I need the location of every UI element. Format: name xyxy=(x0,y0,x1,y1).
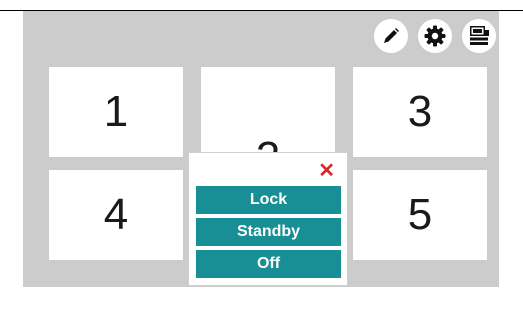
tile-3[interactable]: 3 xyxy=(353,67,487,157)
monitor-stack-icon xyxy=(470,26,489,45)
tile-label: 1 xyxy=(103,87,129,136)
tile-label: 3 xyxy=(407,87,433,136)
gear-icon xyxy=(424,25,446,47)
tile-4[interactable]: 4 xyxy=(49,170,183,260)
close-icon[interactable]: ✕ xyxy=(318,161,335,181)
power-menu-popup: ✕ Lock Standby Off xyxy=(188,152,348,286)
settings-button[interactable] xyxy=(418,19,452,53)
edit-button[interactable] xyxy=(374,19,408,53)
standby-button[interactable]: Standby xyxy=(196,218,341,246)
off-button[interactable]: Off xyxy=(196,250,341,278)
lock-button[interactable]: Lock xyxy=(196,186,341,214)
pencil-icon xyxy=(384,28,399,43)
tile-label: 4 xyxy=(103,190,129,239)
tile-5[interactable]: 5 xyxy=(353,170,487,260)
tile-1[interactable]: 1 xyxy=(49,67,183,157)
display-button[interactable] xyxy=(462,19,496,53)
tile-label: 5 xyxy=(407,190,433,239)
